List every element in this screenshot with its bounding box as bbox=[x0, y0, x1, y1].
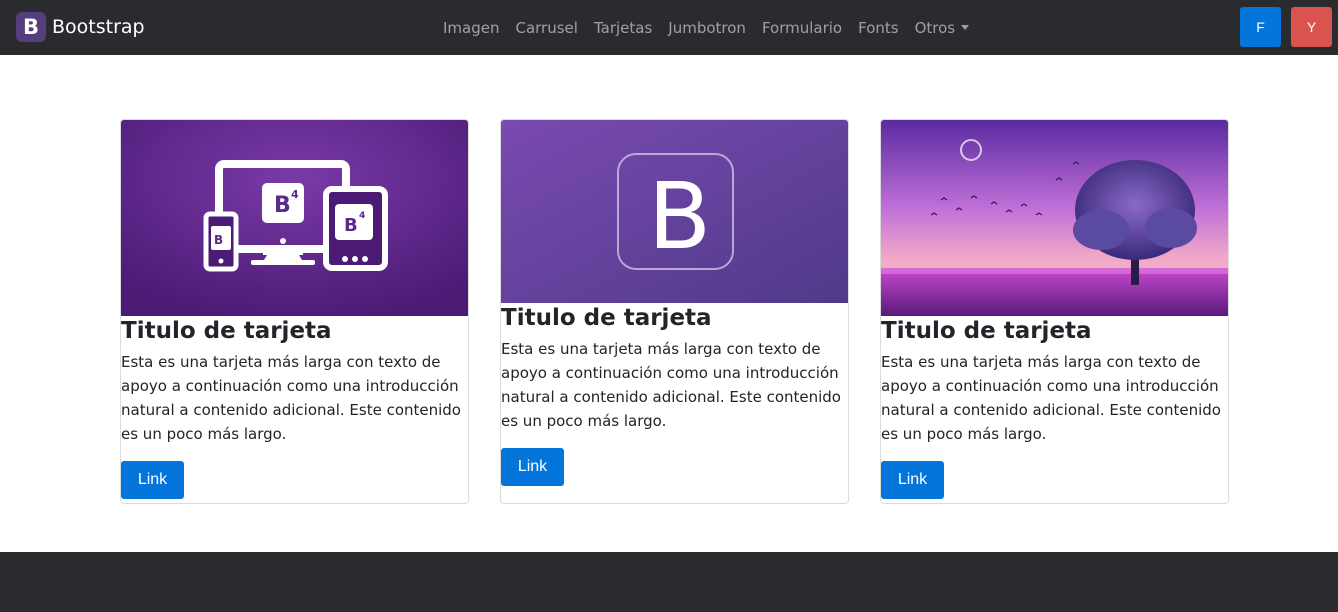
nav-link-imagen[interactable]: Imagen bbox=[435, 19, 507, 37]
card-1: B 4 B 4 B Titulo de tarjeta Esta es una … bbox=[120, 119, 469, 504]
f-button[interactable]: F bbox=[1240, 7, 1281, 47]
brand-link[interactable]: B Bootstrap bbox=[16, 12, 145, 42]
bootstrap-logo-icon: B bbox=[16, 12, 46, 42]
navbar: B Bootstrap Imagen Carrusel Tarjetas Jum… bbox=[0, 0, 1338, 55]
card-title: Titulo de tarjeta bbox=[881, 318, 1092, 344]
svg-text:B: B bbox=[344, 215, 358, 236]
y-button[interactable]: Y bbox=[1291, 7, 1332, 47]
card-2: B Titulo de tarjeta Esta es una tarjeta … bbox=[500, 119, 849, 504]
nav-dropdown-label: Otros bbox=[914, 18, 956, 37]
card-text: Esta es una tarjeta más larga con texto … bbox=[881, 353, 1221, 443]
card-link-button[interactable]: Link bbox=[501, 448, 564, 486]
card-3: Titulo de tarjeta Esta es una tarjeta má… bbox=[880, 119, 1229, 504]
card-link-button[interactable]: Link bbox=[121, 461, 184, 499]
bootstrap-b-letter: B bbox=[648, 163, 711, 270]
card-title: Titulo de tarjeta bbox=[121, 318, 332, 344]
card-text: Esta es una tarjeta más larga con texto … bbox=[121, 353, 461, 443]
nav-dropdown-otros[interactable]: Otros bbox=[907, 19, 978, 37]
nav-link-jumbotron[interactable]: Jumbotron bbox=[660, 19, 754, 37]
svg-text:4: 4 bbox=[359, 211, 365, 221]
nav-link-fonts[interactable]: Fonts bbox=[850, 19, 906, 37]
card-link-button[interactable]: Link bbox=[881, 461, 944, 499]
nav-links: Imagen Carrusel Tarjetas Jumbotron Formu… bbox=[435, 0, 977, 55]
nav-link-carrusel[interactable]: Carrusel bbox=[507, 19, 585, 37]
nav-link-tarjetas[interactable]: Tarjetas bbox=[586, 19, 660, 37]
b4-badge-text: B bbox=[274, 193, 291, 218]
bootstrap-devices-image: B 4 B 4 B bbox=[121, 120, 468, 316]
svg-text:4: 4 bbox=[291, 188, 299, 201]
card-title: Titulo de tarjeta bbox=[501, 305, 712, 331]
card-text: Esta es una tarjeta más larga con texto … bbox=[501, 340, 841, 430]
footer bbox=[0, 552, 1338, 612]
caret-down-icon bbox=[961, 24, 970, 30]
purple-tree-landscape-image bbox=[881, 120, 1228, 316]
svg-text:B: B bbox=[214, 233, 223, 247]
nav-link-formulario[interactable]: Formulario bbox=[754, 19, 850, 37]
brand-text: Bootstrap bbox=[52, 16, 145, 38]
bootstrap-logo-image: B bbox=[501, 120, 848, 303]
